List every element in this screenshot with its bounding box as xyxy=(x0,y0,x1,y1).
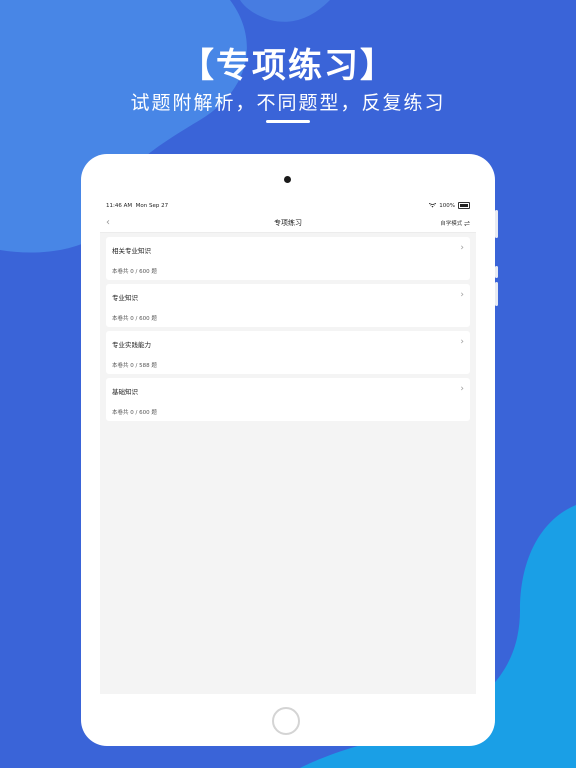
nav-bar: ‹ 专项练习 自学模式 xyxy=(100,214,476,233)
practice-list: 相关专业知识 本卷共 0 / 600 题 › 专业知识 本卷共 0 / 600 … xyxy=(100,233,476,421)
status-bar: 11:46 AM Mon Sep 27 100% xyxy=(100,198,476,214)
tablet-frame: 11:46 AM Mon Sep 27 100% ‹ 专项练习 自学模式 相关专… xyxy=(81,154,498,746)
mode-switch-button[interactable]: 自学模式 xyxy=(440,219,470,227)
item-title: 基础知识 xyxy=(112,388,138,396)
list-item[interactable]: 基础知识 本卷共 0 / 600 题 › xyxy=(106,378,470,421)
item-count: 本卷共 0 / 600 题 xyxy=(112,316,157,322)
mode-label: 自学模式 xyxy=(440,221,463,227)
item-title: 专业实践能力 xyxy=(112,341,151,349)
toggle-icon xyxy=(464,220,470,227)
list-item[interactable]: 专业实践能力 本卷共 0 / 588 题 › xyxy=(106,331,470,374)
chevron-right-icon: › xyxy=(460,243,464,253)
tablet-side-button xyxy=(495,210,498,238)
item-count: 本卷共 0 / 600 题 xyxy=(112,410,157,416)
page-title: 专项练习 xyxy=(274,219,302,227)
list-item[interactable]: 相关专业知识 本卷共 0 / 600 题 › xyxy=(106,237,470,280)
item-title: 相关专业知识 xyxy=(112,247,151,255)
battery-percent: 100% xyxy=(439,202,455,209)
promo-title: 【专项练习】 xyxy=(180,46,396,86)
chevron-right-icon: › xyxy=(460,337,464,347)
status-right: 100% xyxy=(429,202,470,209)
wifi-icon xyxy=(429,203,437,208)
home-button[interactable] xyxy=(272,707,300,735)
app-screen: 11:46 AM Mon Sep 27 100% ‹ 专项练习 自学模式 相关专… xyxy=(100,198,476,694)
tablet-side-button xyxy=(495,266,498,278)
chevron-right-icon: › xyxy=(460,384,464,394)
item-title: 专业知识 xyxy=(112,294,138,302)
promo-subtitle: 试题附解析，不同题型，反复练习 xyxy=(130,92,446,114)
battery-icon xyxy=(458,202,470,209)
chevron-right-icon: › xyxy=(460,290,464,300)
camera-dot xyxy=(284,176,291,183)
status-date-text: Mon Sep 27 xyxy=(135,203,169,209)
promo-underline xyxy=(266,120,310,123)
status-time: 11:46 AM Mon Sep 27 xyxy=(106,203,168,209)
item-count: 本卷共 0 / 588 题 xyxy=(112,363,157,369)
status-time-text: 11:46 AM xyxy=(106,203,133,209)
list-item[interactable]: 专业知识 本卷共 0 / 600 题 › xyxy=(106,284,470,327)
tablet-side-button xyxy=(495,282,498,306)
item-count: 本卷共 0 / 600 题 xyxy=(112,269,157,275)
